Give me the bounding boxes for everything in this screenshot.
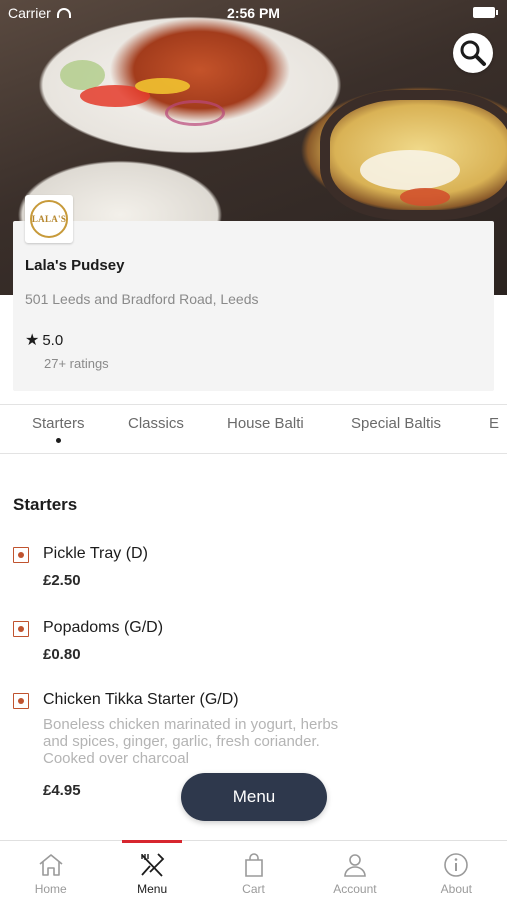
battery-icon [473,7,498,18]
tab-label: House Balti [227,415,304,432]
home-icon [39,854,63,876]
restaurant-info-card: LALA'S Lala's Pudsey 501 Leeds and Bradf… [13,195,494,391]
menu-float-label: Menu [232,787,276,806]
tab-label: E [489,415,500,432]
item-description: Boneless chicken marinated in yogurt, he… [43,716,339,767]
nav-cart[interactable]: Cart [203,841,304,900]
logo-text: LALA'S [31,214,67,224]
menu-item[interactable]: Popadoms (G/D) £0.80 [13,619,343,669]
rating-display: ★ 5.0 [25,332,63,349]
star-icon: ★ [25,331,40,349]
user-icon [344,854,366,877]
item-price: £4.95 [43,782,81,799]
restaurant-logo: LALA'S [25,195,73,243]
bag-icon [244,853,263,877]
status-time: 2:56 PM [227,5,280,21]
nav-account[interactable]: Account [304,841,405,900]
nav-label: Home [34,882,67,896]
tab-classics[interactable]: Classics [128,415,184,432]
tab-house-balti[interactable]: House Balti [227,415,304,432]
rating-value: 5.0 [42,332,64,349]
nav-about[interactable]: About [406,841,507,900]
tab-next-partial[interactable]: E [489,415,499,432]
item-price: £0.80 [43,646,81,663]
bottom-nav: Home Menu Cart Account About [0,840,507,900]
nav-label: Cart [242,882,265,896]
tab-label: Starters [32,415,85,432]
nav-label: Account [333,882,377,896]
info-icon [444,853,469,877]
nav-home[interactable]: Home [0,841,101,900]
nav-label: About [440,882,472,896]
restaurant-address: 501 Leeds and Bradford Road, Leeds [25,291,259,307]
item-name: Chicken Tikka Starter (G/D) [43,691,239,708]
search-button[interactable] [453,33,493,73]
menu-float-button[interactable]: Menu [181,773,327,821]
tab-label: Special Baltis [351,415,442,432]
item-name: Popadoms (G/D) [43,619,164,636]
nav-menu[interactable]: Menu [101,840,202,900]
category-tabs[interactable]: Starters Classics House Balti Special Ba… [0,404,507,454]
nav-label: Menu [137,882,168,896]
section-title: Starters [13,495,78,514]
search-icon [460,40,486,66]
status-bar: Carrier 2:56 PM [0,0,507,28]
tab-starters[interactable]: Starters [32,415,85,443]
fork-knife-icon [141,853,165,877]
ratings-count: 27+ ratings [44,356,109,371]
item-marker-icon [13,621,29,637]
tab-special-baltis[interactable]: Special Baltis [351,415,441,432]
menu-item[interactable]: Pickle Tray (D) £2.50 [13,545,343,595]
restaurant-name: Lala's Pudsey [25,257,125,274]
item-price: £2.50 [43,572,81,589]
item-name: Pickle Tray (D) [43,545,148,562]
logo-emblem: LALA'S [30,200,68,238]
item-marker-icon [13,693,29,709]
item-marker-icon [13,547,29,563]
tab-label: Classics [128,415,184,432]
active-tab-indicator [55,438,61,443]
